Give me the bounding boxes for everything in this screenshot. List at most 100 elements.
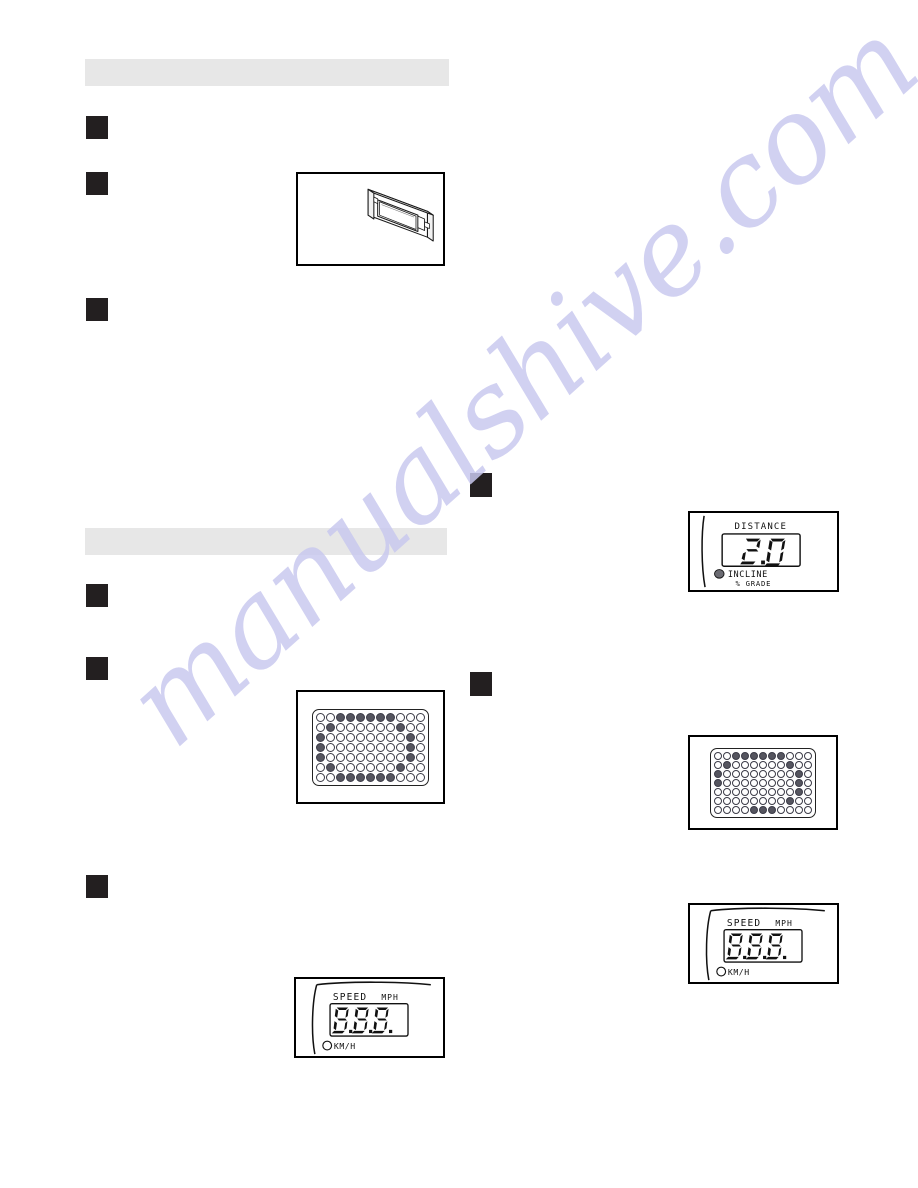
matrix-dot-off: [356, 742, 365, 752]
distance-label: DISTANCE: [735, 522, 788, 532]
speed-lcd-drawing-right: SPEED MPH KM/H: [705, 907, 825, 981]
section-heading-bar-1: [85, 59, 449, 86]
matrix-dot-on: [795, 778, 803, 787]
matrix-dot-on: [786, 760, 794, 769]
matrix-dot-off: [786, 751, 794, 760]
dot-matrix-row: [714, 787, 812, 796]
matrix-dot-off: [346, 752, 355, 762]
step-bullet-8: [86, 875, 108, 898]
speed-label-left: SPEED: [333, 992, 367, 1003]
dot-matrix-row: [316, 712, 425, 722]
matrix-dot-on: [759, 751, 767, 760]
matrix-dot-off: [356, 752, 365, 762]
matrix-dot-off: [714, 760, 722, 769]
matrix-dot-off: [336, 762, 345, 772]
matrix-dot-off: [366, 722, 375, 732]
matrix-dot-off: [804, 760, 812, 769]
matrix-dot-on: [714, 778, 722, 787]
matrix-dot-off: [723, 805, 731, 814]
matrix-dot-off: [386, 752, 395, 762]
manual-page: manualshive.com DISTANCE INCLINE % GRADE…: [0, 0, 918, 1188]
matrix-dot-off: [366, 752, 375, 762]
kmh-label-left: KM/H: [334, 1041, 356, 1051]
matrix-dot-on: [366, 772, 375, 782]
matrix-dot-off: [714, 787, 722, 796]
matrix-dot-off: [356, 732, 365, 742]
step-bullet-1: [86, 116, 108, 139]
matrix-dot-on: [346, 712, 355, 722]
matrix-dot-off: [416, 742, 425, 752]
dot-matrix-row: [714, 778, 812, 787]
matrix-dot-on: [376, 712, 385, 722]
matrix-dot-on: [723, 760, 731, 769]
matrix-dot-off: [759, 796, 767, 805]
matrix-dot-off: [786, 778, 794, 787]
matrix-dot-off: [386, 732, 395, 742]
matrix-dot-off: [768, 796, 776, 805]
matrix-dot-on: [741, 751, 749, 760]
matrix-dot-on: [406, 742, 415, 752]
matrix-dot-on: [795, 787, 803, 796]
matrix-dot-off: [356, 762, 365, 772]
dot-matrix-row: [316, 732, 425, 742]
matrix-dot-off: [804, 796, 812, 805]
matrix-dot-off: [750, 769, 758, 778]
matrix-dot-off: [777, 778, 785, 787]
matrix-dot-off: [804, 751, 812, 760]
matrix-dot-off: [396, 742, 405, 752]
matrix-dot-off: [376, 752, 385, 762]
matrix-dot-on: [714, 769, 722, 778]
matrix-dot-on: [406, 732, 415, 742]
figure-speed-display-left: SPEED MPH KM/H: [294, 977, 445, 1058]
matrix-dot-off: [759, 769, 767, 778]
matrix-dot-on: [336, 712, 345, 722]
figure-dot-matrix-right: [688, 735, 838, 830]
matrix-dot-on: [316, 752, 325, 762]
dot-matrix-right: [710, 747, 816, 818]
matrix-dot-off: [336, 722, 345, 732]
matrix-dot-on: [356, 772, 365, 782]
distance-decimal-point: [761, 560, 765, 565]
matrix-dot-off: [795, 751, 803, 760]
kmh-indicator-dot-right: [716, 966, 727, 977]
matrix-dot-off: [356, 722, 365, 732]
matrix-dot-off: [326, 712, 335, 722]
matrix-dot-off: [386, 742, 395, 752]
matrix-dot-off: [416, 712, 425, 722]
dot-matrix-row: [316, 722, 425, 732]
speed-lcd-drawing-left: SPEED MPH KM/H: [311, 981, 431, 1055]
matrix-dot-off: [777, 769, 785, 778]
matrix-dot-off: [406, 712, 415, 722]
matrix-dot-off: [723, 778, 731, 787]
section-heading-bar-2: [85, 528, 447, 555]
matrix-dot-off: [396, 732, 405, 742]
speed-label-right: SPEED: [727, 918, 761, 929]
matrix-dot-off: [804, 787, 812, 796]
speed-unit-right: MPH: [775, 918, 792, 928]
matrix-dot-off: [732, 796, 740, 805]
matrix-dot-on: [386, 772, 395, 782]
matrix-dot-off: [723, 787, 731, 796]
matrix-dot-off: [786, 787, 794, 796]
matrix-dot-off: [714, 796, 722, 805]
matrix-dot-off: [723, 751, 731, 760]
matrix-dot-on: [366, 712, 375, 722]
matrix-dot-off: [366, 762, 375, 772]
matrix-dot-off: [750, 760, 758, 769]
matrix-dot-off: [777, 787, 785, 796]
matrix-dot-off: [386, 722, 395, 732]
matrix-dot-off: [416, 762, 425, 772]
matrix-dot-off: [316, 762, 325, 772]
matrix-dot-off: [741, 805, 749, 814]
matrix-dot-off: [366, 742, 375, 752]
matrix-dot-off: [376, 732, 385, 742]
matrix-dot-off: [732, 805, 740, 814]
matrix-dot-on: [386, 712, 395, 722]
matrix-dot-off: [406, 722, 415, 732]
step-bullet-4: [470, 473, 492, 497]
matrix-dot-off: [346, 732, 355, 742]
distance-lcd-drawing: DISTANCE INCLINE % GRADE: [701, 515, 801, 588]
matrix-dot-on: [396, 722, 405, 732]
matrix-dot-off: [723, 796, 731, 805]
matrix-dot-off: [316, 712, 325, 722]
